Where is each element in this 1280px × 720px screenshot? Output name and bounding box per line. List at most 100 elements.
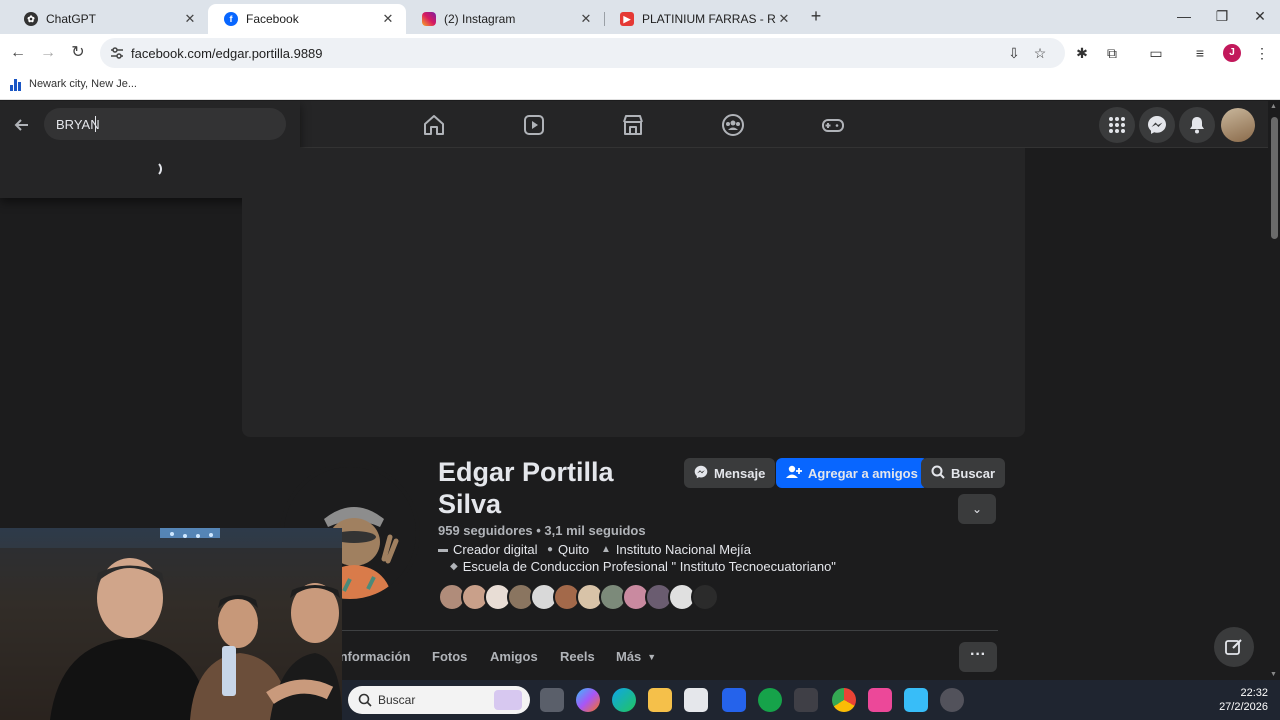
close-icon[interactable]: ✕ xyxy=(380,11,396,27)
bookmark-item[interactable]: Newark city, New Je... xyxy=(10,77,137,91)
edge-icon[interactable] xyxy=(612,688,636,712)
media-control-icon[interactable]: ≡ xyxy=(1190,43,1210,63)
store-icon[interactable] xyxy=(684,688,708,712)
briefcase-icon: ▬ xyxy=(438,544,448,555)
bookmark-star-icon[interactable]: ☆ xyxy=(1030,43,1050,63)
messenger-icon[interactable] xyxy=(1139,107,1175,143)
school1-text: Instituto Nacional Mejía xyxy=(615,542,752,557)
graduation-cap-icon: ◆ xyxy=(450,561,458,572)
friend-avatar[interactable] xyxy=(691,583,719,611)
page-scrollbar[interactable]: ▲ ▼ xyxy=(1268,101,1280,680)
tab-chatgpt[interactable]: ✿ ChatGPT ✕ xyxy=(8,4,208,34)
tab-informacion[interactable]: Información xyxy=(336,649,410,664)
menu-dots-icon[interactable]: ⋮ xyxy=(1252,43,1272,63)
tab-amigos[interactable]: Amigos xyxy=(490,649,538,664)
messenger-icon xyxy=(694,465,708,482)
taskbar-search-placeholder: Buscar xyxy=(378,693,416,707)
tab-mas-label: Más xyxy=(616,649,642,664)
extensions-puzzle-icon[interactable]: ⧉ xyxy=(1102,43,1122,63)
restore-icon[interactable]: ❐ xyxy=(1212,6,1232,26)
taskbar-search-box[interactable]: Buscar xyxy=(348,686,530,714)
address-bar[interactable]: facebook.com/edgar.portilla.9889 xyxy=(100,38,1065,68)
profile-info-role: ▬ Creador digital xyxy=(438,542,538,557)
message-label: Mensaje xyxy=(714,465,766,481)
compose-message-icon[interactable] xyxy=(1214,627,1254,667)
notifications-bell-icon[interactable] xyxy=(1179,107,1215,143)
profile-search-button[interactable]: Buscar xyxy=(921,458,1006,488)
chevron-down-icon[interactable]: ⌄ xyxy=(958,494,996,524)
tab-title: PLATINIUM FARRAS - RAKATA xyxy=(642,12,776,26)
followers-stats[interactable]: 959 seguidores • 3,1 mil seguidos xyxy=(438,523,646,538)
chrome-icon[interactable] xyxy=(832,688,856,712)
tab-fotos[interactable]: Fotos xyxy=(432,649,467,664)
url-text: facebook.com/edgar.portilla.9889 xyxy=(131,46,323,61)
reload-icon[interactable]: ↻ xyxy=(66,41,90,65)
groups-icon[interactable] xyxy=(721,113,745,137)
task-view-icon[interactable] xyxy=(540,688,564,712)
minimize-icon[interactable]: — xyxy=(1174,6,1194,26)
new-tab-button[interactable]: + xyxy=(806,6,826,26)
tab-facebook[interactable]: f Facebook ✕ xyxy=(208,4,406,34)
search-highlight-icon xyxy=(494,690,522,710)
scroll-up-icon[interactable]: ▲ xyxy=(1270,103,1277,110)
tab-mas[interactable]: Más ▼ xyxy=(616,649,656,664)
install-app-icon[interactable]: ⇩ xyxy=(1004,43,1024,63)
scrollbar-thumb[interactable] xyxy=(1271,117,1278,239)
youtube-icon: ▶ xyxy=(620,12,634,26)
tiktok-icon[interactable] xyxy=(868,688,892,712)
system-clock[interactable]: 22:32 27/2/2026 xyxy=(1219,686,1268,714)
profile-info-school: ▲ Instituto Nacional Mejía xyxy=(601,542,751,557)
app-icon[interactable] xyxy=(940,688,964,712)
gaming-icon[interactable] xyxy=(821,113,845,137)
message-button[interactable]: Mensaje xyxy=(684,458,776,488)
chatgpt-icon: ✿ xyxy=(24,12,38,26)
forward-icon[interactable]: → xyxy=(36,41,60,65)
home-icon[interactable] xyxy=(422,113,446,137)
add-person-icon xyxy=(786,465,802,482)
back-icon[interactable]: ← xyxy=(6,41,30,65)
facebook-search-input[interactable]: BRYAN xyxy=(44,108,286,140)
tab-reels[interactable]: Reels xyxy=(560,649,595,664)
file-explorer-icon[interactable] xyxy=(648,688,672,712)
browser-toolbar: ← → ↻ facebook.com/edgar.portilla.9889 ⇩… xyxy=(0,34,1280,72)
marketplace-icon[interactable] xyxy=(621,113,645,137)
tab-instagram[interactable]: (2) Instagram ✕ xyxy=(406,4,604,34)
browser-tab-strip: ✿ ChatGPT ✕ f Facebook ✕ (2) Instagram ✕… xyxy=(0,0,1280,34)
instagram-icon xyxy=(422,12,436,26)
close-icon[interactable]: ✕ xyxy=(776,11,792,27)
school2-text: Escuela de Conduccion Profesional " Inst… xyxy=(462,559,836,574)
profile-info-city: ● Quito xyxy=(547,542,589,557)
facebook-icon: f xyxy=(224,12,238,26)
more-options-icon[interactable]: ··· xyxy=(959,642,997,672)
tab-search-icon[interactable]: ▭ xyxy=(1146,43,1166,63)
scroll-down-icon[interactable]: ▼ xyxy=(1270,671,1277,678)
webcam-people-image xyxy=(0,528,342,720)
video-icon[interactable] xyxy=(522,113,546,137)
extension-icon[interactable]: ✱ xyxy=(1072,43,1092,63)
profile-avatar[interactable]: J xyxy=(1223,44,1241,62)
window-close-icon[interactable]: ✕ xyxy=(1250,6,1270,26)
site-settings-icon[interactable] xyxy=(110,46,124,60)
add-friend-label: Agregar a amigos xyxy=(808,465,918,481)
back-arrow-icon[interactable] xyxy=(12,115,32,135)
close-icon[interactable]: ✕ xyxy=(182,11,198,27)
close-icon[interactable]: ✕ xyxy=(578,11,594,27)
school-icon: ▲ xyxy=(601,544,611,555)
cover-photo[interactable] xyxy=(242,148,1025,437)
account-avatar[interactable] xyxy=(1221,108,1255,142)
search-icon xyxy=(931,465,945,482)
clock-date: 27/2/2026 xyxy=(1219,701,1268,713)
role-text: Creador digital xyxy=(453,542,538,557)
add-friend-button[interactable]: Agregar a amigos xyxy=(776,458,928,488)
webcam-overlay xyxy=(0,528,342,720)
photos-icon[interactable] xyxy=(904,688,928,712)
chart-bars-icon xyxy=(10,77,24,91)
xbox-icon[interactable] xyxy=(758,688,782,712)
menu-grid-icon[interactable] xyxy=(1099,107,1135,143)
clock-time: 22:32 xyxy=(1240,687,1268,699)
app-icon[interactable] xyxy=(722,688,746,712)
app-icon[interactable] xyxy=(794,688,818,712)
tab-youtube[interactable]: ▶ PLATINIUM FARRAS - RAKATA ✕ xyxy=(604,4,802,34)
search-input-value: BRYAN xyxy=(56,117,100,132)
copilot-icon[interactable] xyxy=(576,688,600,712)
